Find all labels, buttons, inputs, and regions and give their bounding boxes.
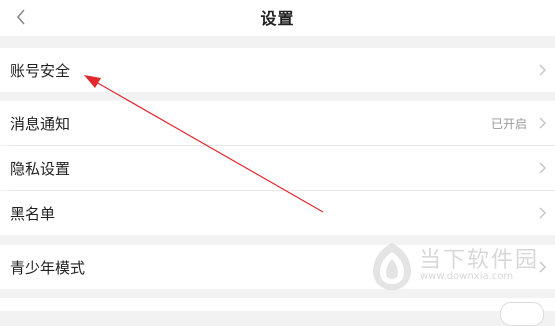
settings-item-partial — [0, 298, 555, 311]
chevron-right-icon — [539, 162, 547, 174]
navigation-header: 设置 — [0, 0, 555, 36]
settings-item-label: 青少年模式 — [10, 259, 86, 277]
chevron-right-icon — [539, 64, 547, 76]
toggle-switch[interactable] — [500, 302, 544, 326]
chevron-right-icon — [539, 117, 547, 129]
watermark-url: www.downxia.com — [420, 271, 514, 282]
watermark-text: 当下软件园 — [419, 248, 540, 273]
chevron-right-icon — [539, 207, 547, 219]
watermark-logo-icon — [373, 243, 411, 290]
settings-item-privacy[interactable]: 隐私设置 — [0, 146, 555, 190]
watermark: 当下软件园 www.downxia.com — [368, 240, 555, 296]
settings-item-label: 隐私设置 — [10, 160, 71, 178]
settings-item-label: 账号安全 — [10, 62, 71, 80]
page-title: 设置 — [260, 9, 295, 28]
settings-item-notifications[interactable]: 消息通知 已开启 — [0, 101, 555, 145]
settings-item-label: 黑名单 — [10, 205, 56, 223]
settings-item-label: 消息通知 — [10, 115, 71, 133]
settings-item-account-security[interactable]: 账号安全 — [0, 48, 555, 92]
settings-item-blacklist[interactable]: 黑名单 — [0, 191, 555, 235]
notification-status: 已开启 — [490, 117, 527, 131]
